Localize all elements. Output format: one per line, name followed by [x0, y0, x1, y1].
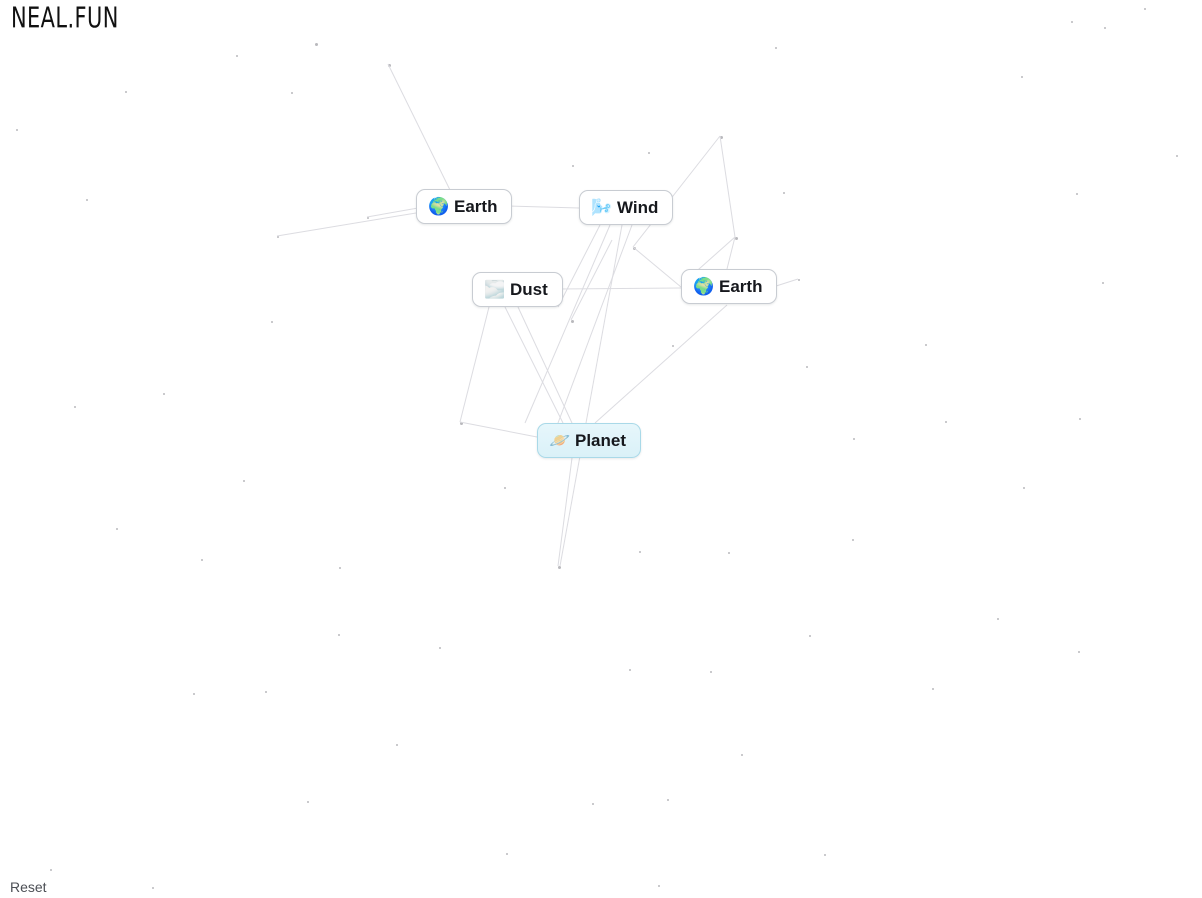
background-star — [1078, 651, 1080, 653]
background-star — [648, 152, 650, 154]
background-star — [50, 869, 52, 871]
background-star — [236, 55, 238, 57]
background-star — [506, 853, 508, 855]
background-star — [1176, 155, 1178, 157]
background-star — [571, 320, 574, 323]
background-star — [558, 566, 561, 569]
fog-emoji: 🌫️ — [484, 280, 506, 299]
background-star — [504, 487, 506, 489]
element-chip-earth-left[interactable]: 🌍 Earth — [416, 189, 513, 224]
background-star — [271, 321, 273, 323]
element-chip-label: Earth — [454, 196, 498, 216]
element-chip-wind[interactable]: 🌬️ Wind — [579, 190, 674, 225]
background-star — [783, 192, 785, 194]
background-star — [798, 279, 800, 281]
background-star — [1102, 282, 1104, 284]
background-star — [1076, 193, 1078, 195]
element-chip-dust[interactable]: 🌫️ Dust — [472, 272, 563, 307]
background-star — [201, 559, 203, 561]
background-star — [710, 671, 712, 673]
background-star — [853, 438, 855, 440]
background-star — [809, 635, 811, 637]
background-star — [639, 551, 641, 553]
background-star — [1071, 21, 1073, 23]
wind-face-emoji: 🌬️ — [591, 198, 613, 217]
background-star — [775, 47, 777, 49]
background-star — [720, 136, 723, 139]
background-star — [658, 885, 660, 887]
background-star — [1023, 487, 1025, 489]
element-chip-label: Planet — [575, 430, 627, 450]
background-star — [388, 64, 391, 67]
background-star — [339, 567, 341, 569]
background-star — [116, 528, 118, 530]
background-star — [125, 91, 127, 93]
background-star — [672, 345, 674, 347]
background-star — [997, 618, 999, 620]
background-star — [460, 422, 463, 425]
background-star — [367, 217, 369, 219]
element-chip-label: Wind — [617, 197, 659, 217]
background-star — [735, 237, 738, 240]
background-star — [932, 688, 934, 690]
background-star — [86, 199, 88, 201]
reset-button[interactable]: Reset — [10, 879, 47, 895]
background-star — [16, 129, 18, 131]
background-star — [338, 634, 340, 636]
background-star — [439, 647, 441, 649]
background-star — [277, 236, 279, 238]
background-star — [806, 366, 808, 368]
earth-globe-emoji: 🌍 — [428, 197, 450, 216]
background-star — [1144, 8, 1146, 10]
background-star — [633, 247, 636, 250]
background-star — [945, 421, 947, 423]
background-star — [307, 801, 309, 803]
background-star — [1021, 76, 1023, 78]
background-star — [728, 552, 730, 554]
background-star — [667, 799, 669, 801]
element-chip-earth-right[interactable]: 🌍 Earth — [681, 269, 778, 304]
background-star — [1104, 27, 1106, 29]
background-star — [396, 744, 398, 746]
background-star — [74, 406, 76, 408]
background-star — [315, 43, 318, 46]
element-chip-label: Earth — [719, 276, 763, 296]
background-star — [592, 803, 594, 805]
background-star — [193, 693, 195, 695]
background-star — [824, 854, 826, 856]
background-star — [265, 691, 267, 693]
element-chip-planet[interactable]: 🪐 Planet — [537, 423, 642, 458]
background-star — [741, 754, 743, 756]
background-star — [925, 344, 927, 346]
element-chip-label: Dust — [510, 279, 548, 299]
background-star — [163, 393, 165, 395]
earth-globe-emoji: 🌍 — [693, 277, 715, 296]
background-star — [629, 669, 631, 671]
background-star — [291, 92, 293, 94]
background-star — [572, 165, 574, 167]
infinite-craft-app: NEAL.FUN 🌍 Earth 🌬️ Wind 🌫️ Dust 🌍 Earth 🪐 Planet… — [0, 0, 1202, 898]
background-star — [243, 480, 245, 482]
background-star — [152, 887, 154, 889]
background-star — [852, 539, 854, 541]
background-star — [1079, 418, 1081, 420]
ringed-planet-emoji: 🪐 — [549, 431, 571, 450]
